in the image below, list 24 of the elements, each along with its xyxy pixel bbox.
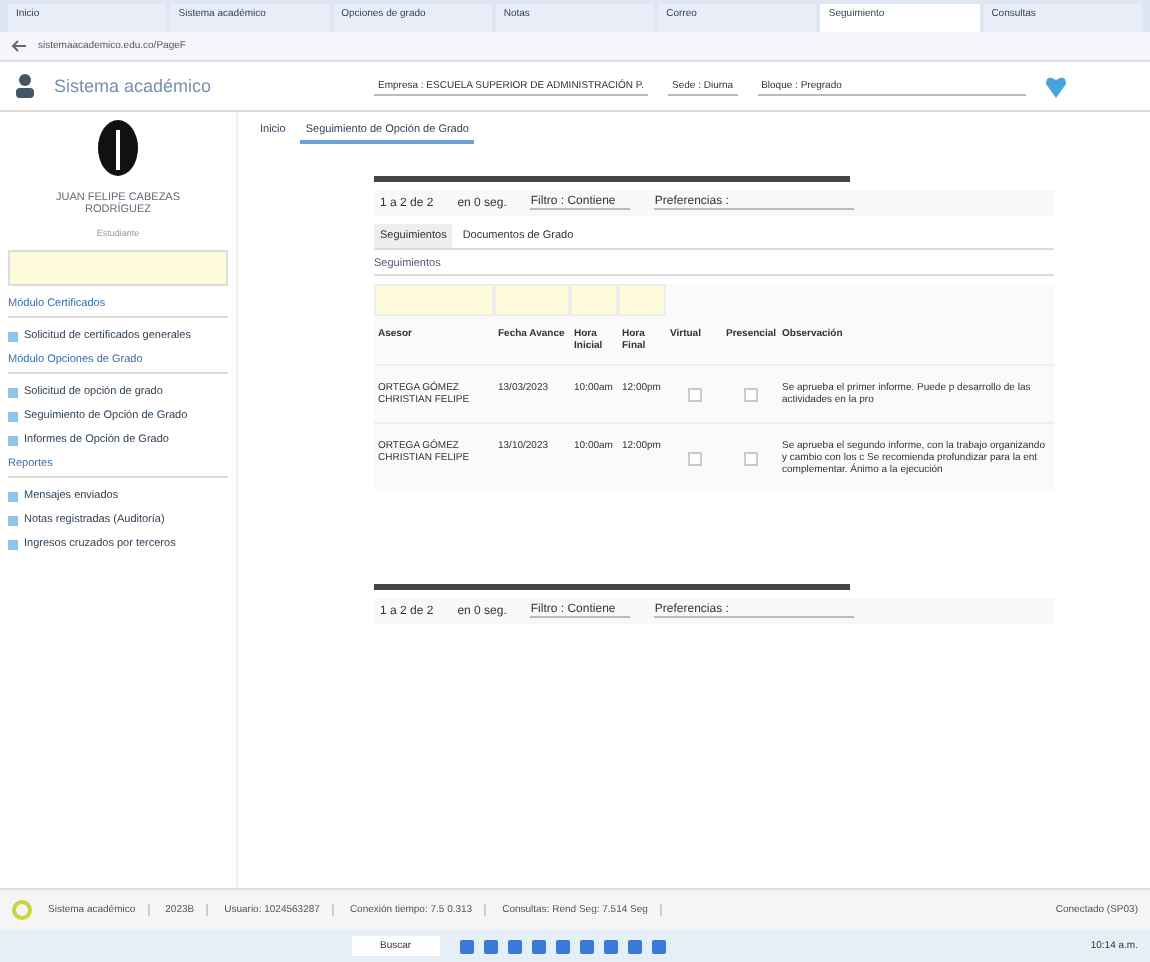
document-icon: [8, 491, 18, 501]
person-icon: [16, 74, 34, 98]
document-icon: [8, 539, 18, 549]
document-icon: [8, 387, 18, 397]
document-icon: [8, 435, 18, 445]
filter-field[interactable]: [494, 284, 570, 316]
back-icon[interactable]: [12, 40, 26, 52]
filter-field[interactable]: [374, 284, 494, 316]
horizontal-scrollbar[interactable]: [374, 176, 850, 182]
checkbox[interactable]: [743, 387, 757, 401]
document-icon: [8, 411, 18, 421]
avatar-icon: [96, 120, 140, 180]
checkbox[interactable]: [687, 451, 701, 465]
horizontal-scrollbar[interactable]: [374, 584, 850, 590]
app-title: Sistema académico: [54, 76, 214, 96]
checkbox[interactable]: [743, 451, 757, 465]
document-icon: [8, 331, 18, 341]
search-field[interactable]: [8, 250, 228, 286]
checkbox[interactable]: [687, 387, 701, 401]
ring-icon: [12, 900, 32, 920]
document-icon: [8, 515, 18, 525]
filter-field[interactable]: [618, 284, 666, 316]
heart-icon[interactable]: [1045, 74, 1066, 98]
filter-field[interactable]: [570, 284, 618, 316]
